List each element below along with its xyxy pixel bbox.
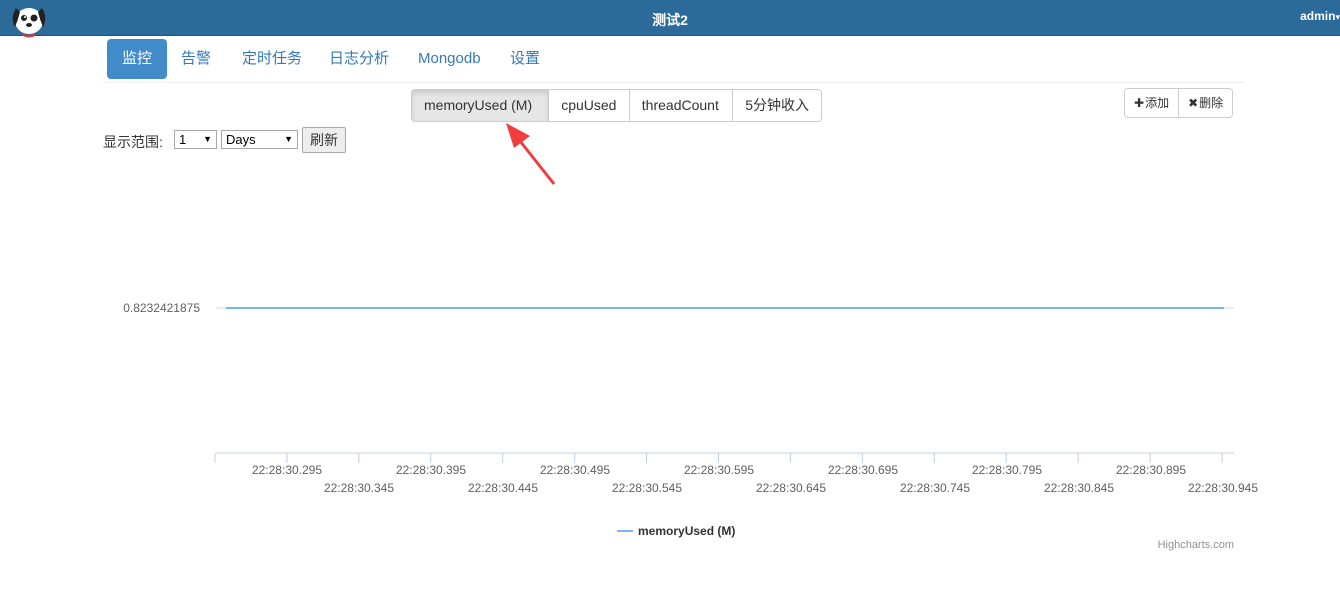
- range-label: 显示范围:: [103, 134, 163, 150]
- legend-label: memoryUsed (M): [638, 524, 735, 538]
- chart-container: 0.8232421875 22:28:30.295 22:28:30.395 22:2…: [0, 160, 1340, 565]
- delete-label: 删除: [1199, 96, 1224, 110]
- user-menu[interactable]: admin▾: [1300, 9, 1340, 23]
- range-amount-value: 1: [179, 132, 187, 147]
- tab-alarm[interactable]: 告警: [166, 39, 226, 79]
- x-tick-label: 22:28:30.945: [1188, 481, 1258, 495]
- x-tick-label: 22:28:30.845: [1044, 481, 1114, 495]
- chart-actions: ✚添加 ✖删除: [1124, 88, 1234, 118]
- x-tick-label: 22:28:30.395: [396, 463, 466, 477]
- top-header: 测试2 admin▾: [0, 0, 1340, 38]
- plus-icon: ✚: [1134, 96, 1145, 110]
- tab-monitor[interactable]: 监控: [107, 39, 168, 79]
- chevron-down-icon: ▼: [203, 134, 212, 144]
- user-name: admin: [1300, 9, 1336, 23]
- x-tick-label: 22:28:30.745: [900, 481, 970, 495]
- y-tick-label: 0.8232421875: [123, 301, 200, 315]
- line-chart: 0.823242187522:28:30.295 22:28:30.395 22:2…: [123, 301, 1258, 551]
- x-tick-label: 22:28:30.295: [252, 463, 322, 477]
- chevron-down-icon: ▼: [284, 134, 293, 144]
- x-tick-label: 22:28:30.545: [612, 481, 682, 495]
- x-tick-label: 22:28:30.495: [540, 463, 610, 477]
- range-amount-select[interactable]: 1 ▼: [174, 130, 217, 149]
- metric-button-memoryused[interactable]: memoryUsed (M): [412, 90, 549, 121]
- x-tick-label: 22:28:30.795: [972, 463, 1042, 477]
- x-tick-label: 22:28:30.445: [468, 481, 538, 495]
- add-button[interactable]: ✚添加: [1125, 89, 1179, 117]
- x-tick-label: 22:28:30.645: [756, 481, 826, 495]
- page-title: 测试2: [652, 12, 688, 28]
- metric-button-threadcount[interactable]: threadCount: [628, 90, 733, 121]
- x-tick-label: 22:28:30.345: [324, 481, 394, 495]
- range-unit-value: Days: [226, 132, 256, 147]
- x-tick-label: 22:28:30.695: [828, 463, 898, 477]
- metric-button-group: memoryUsed (M) cpuUsed threadCount 5分钟收入: [411, 89, 822, 122]
- chevron-down-icon: ▾: [1335, 12, 1340, 22]
- metric-button-cpuused[interactable]: cpuUsed: [548, 90, 629, 121]
- add-label: 添加: [1145, 96, 1170, 110]
- tab-mongodb[interactable]: Mongodb: [403, 39, 496, 79]
- close-icon: ✖: [1188, 96, 1199, 110]
- delete-button[interactable]: ✖删除: [1178, 89, 1233, 117]
- x-tick-label: 22:28:30.595: [684, 463, 754, 477]
- x-tick-label: 22:28:30.895: [1116, 463, 1186, 477]
- tab-log-analysis[interactable]: 日志分析: [314, 39, 404, 79]
- metric-button-5min-income[interactable]: 5分钟收入: [732, 90, 821, 121]
- range-unit-select[interactable]: Days ▼: [221, 130, 298, 149]
- tab-settings[interactable]: 设置: [495, 39, 555, 79]
- refresh-button[interactable]: 刷新: [302, 127, 346, 153]
- nav-divider: [103, 82, 1244, 83]
- chart-credits: Highcharts.com: [1158, 539, 1234, 551]
- tab-scheduled-tasks[interactable]: 定时任务: [227, 39, 317, 79]
